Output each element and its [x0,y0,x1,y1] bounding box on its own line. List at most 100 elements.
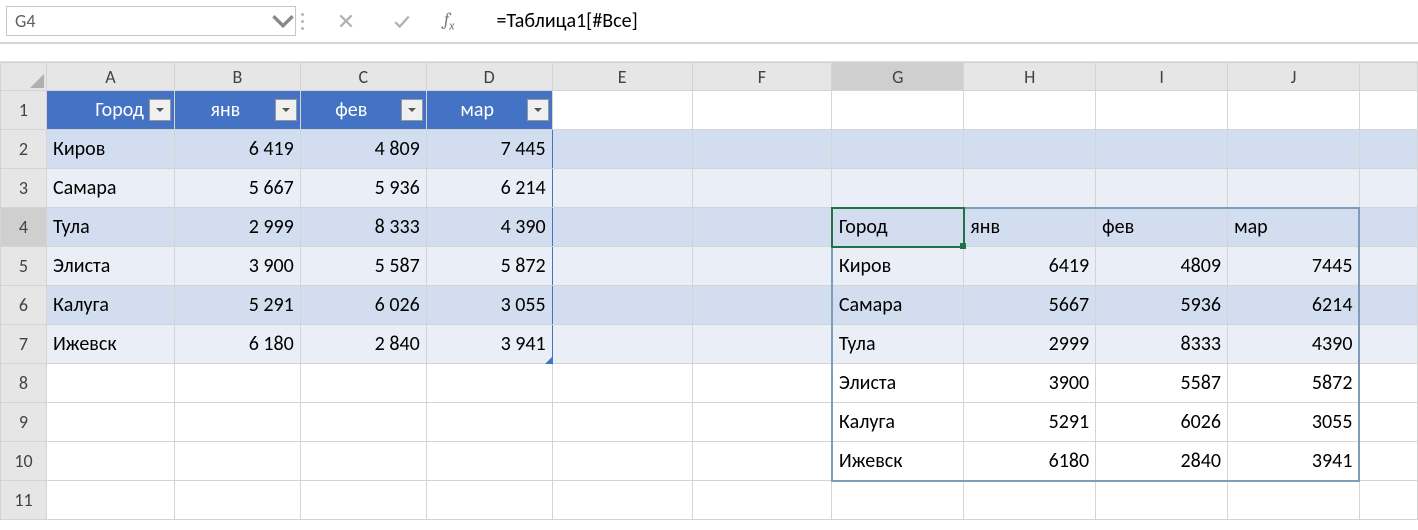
formula-input[interactable]: =Таблица1[#Все] [478,0,1418,42]
formula-bar-grip-icon[interactable] [296,0,308,42]
cell[interactable]: 5 291 [174,286,300,325]
col-header-K[interactable] [1359,63,1417,91]
row-header-3[interactable]: 3 [1,169,47,208]
filter-dropdown-icon[interactable] [275,99,297,121]
cell[interactable] [426,481,552,520]
cell[interactable]: 4809 [1096,247,1228,286]
cell[interactable] [1359,169,1417,208]
cell[interactable]: 8 333 [300,208,426,247]
cell[interactable] [1359,403,1417,442]
cell[interactable] [1359,442,1417,481]
cell[interactable] [692,247,832,286]
cell[interactable]: 5 667 [174,169,300,208]
cell[interactable] [1359,208,1417,247]
row-header-11[interactable]: 11 [1,481,47,520]
cell[interactable] [1096,169,1228,208]
cell[interactable] [692,403,832,442]
cell[interactable] [552,130,692,169]
cell[interactable] [552,403,692,442]
cell[interactable]: Ижевск [832,442,964,481]
cell[interactable]: Самара [832,286,964,325]
cell[interactable]: 7 445 [426,130,552,169]
cell[interactable] [1228,130,1360,169]
cell[interactable] [1228,91,1360,130]
row-header-10[interactable]: 10 [1,442,47,481]
cell[interactable] [692,130,832,169]
col-header-C[interactable]: C [300,63,426,91]
table-header-mar[interactable]: мар [426,91,552,130]
cell[interactable] [692,208,832,247]
cell[interactable]: 5936 [1096,286,1228,325]
cell[interactable]: 5 587 [300,247,426,286]
cell[interactable]: 6026 [1096,403,1228,442]
cell[interactable]: 3055 [1228,403,1360,442]
cell[interactable] [692,169,832,208]
cell[interactable] [1359,364,1417,403]
cell[interactable]: янв [964,208,1096,247]
row-header-7[interactable]: 7 [1,325,47,364]
cell[interactable] [426,403,552,442]
cell[interactable] [46,442,174,481]
cell[interactable]: 5 872 [426,247,552,286]
cell[interactable] [832,481,964,520]
table-header-feb[interactable]: фев [300,91,426,130]
cell[interactable] [46,364,174,403]
cell[interactable] [832,169,964,208]
row-header-2[interactable]: 2 [1,130,47,169]
cell[interactable] [1359,325,1417,364]
cell[interactable] [692,481,832,520]
cell[interactable] [1359,91,1417,130]
col-header-I[interactable]: I [1096,63,1228,91]
cell[interactable] [552,169,692,208]
cell[interactable]: 7445 [1228,247,1360,286]
enter-icon[interactable] [388,7,416,35]
cell[interactable] [1096,130,1228,169]
cell[interactable] [552,247,692,286]
cell[interactable] [832,130,964,169]
cell[interactable]: 3 900 [174,247,300,286]
cell[interactable] [964,130,1096,169]
col-header-E[interactable]: E [552,63,692,91]
table-header-city[interactable]: Город [46,91,174,130]
filter-dropdown-icon[interactable] [527,99,549,121]
fx-icon[interactable]: fx [444,9,454,33]
cell[interactable] [552,91,692,130]
cell-G4-active[interactable]: Город [832,208,964,247]
cell[interactable] [964,91,1096,130]
cell[interactable]: 4390 [1228,325,1360,364]
cell[interactable] [964,169,1096,208]
cell[interactable]: 5587 [1096,364,1228,403]
cell[interactable] [552,481,692,520]
select-all-corner[interactable] [1,63,47,91]
cell[interactable] [174,364,300,403]
cell[interactable] [1228,481,1360,520]
cell[interactable]: Элиста [46,247,174,286]
col-header-G[interactable]: G [832,63,964,91]
row-header-8[interactable]: 8 [1,364,47,403]
cell[interactable] [1359,481,1417,520]
cell[interactable]: 6214 [1228,286,1360,325]
cell[interactable]: 6 419 [174,130,300,169]
table-header-jan[interactable]: янв [174,91,300,130]
filter-dropdown-icon[interactable] [149,99,171,121]
cell[interactable]: 5872 [1228,364,1360,403]
cell[interactable]: 2999 [964,325,1096,364]
cell[interactable]: 3 055 [426,286,552,325]
name-box-dropdown-icon[interactable] [271,9,295,33]
cell[interactable]: мар [1228,208,1360,247]
cell[interactable] [692,364,832,403]
cell[interactable] [174,442,300,481]
row-header-4[interactable]: 4 [1,208,47,247]
cell[interactable] [1096,481,1228,520]
cell[interactable] [300,442,426,481]
cell[interactable] [300,481,426,520]
cell[interactable]: Киров [46,130,174,169]
cell[interactable]: Элиста [832,364,964,403]
cell[interactable]: 2840 [1096,442,1228,481]
col-header-D[interactable]: D [426,63,552,91]
cell[interactable] [552,325,692,364]
row-header-5[interactable]: 5 [1,247,47,286]
cell[interactable]: Тула [46,208,174,247]
col-header-H[interactable]: H [964,63,1096,91]
cell[interactable]: Калуга [832,403,964,442]
